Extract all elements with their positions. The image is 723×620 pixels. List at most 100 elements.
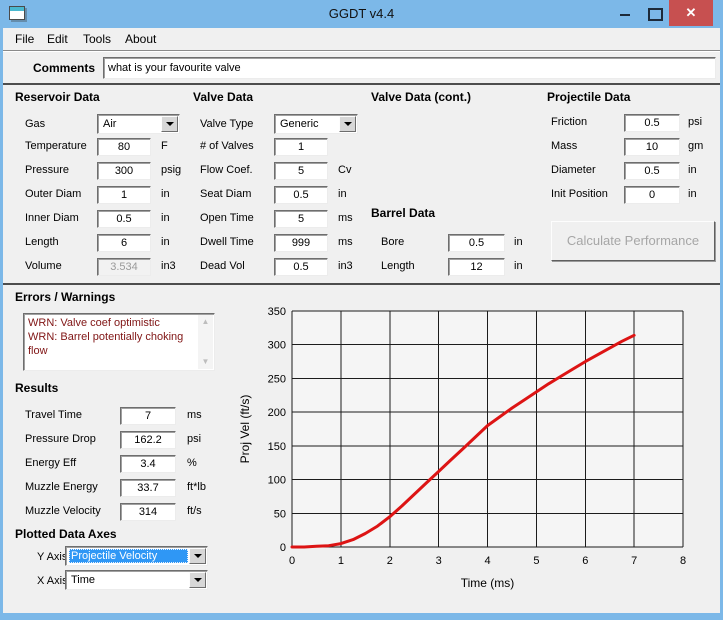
- mass-field[interactable]: 10: [624, 138, 680, 156]
- open-time-field[interactable]: 5: [274, 210, 328, 228]
- length-label: Length: [25, 236, 59, 248]
- valve-type-dropdown[interactable]: Generic: [274, 114, 358, 134]
- energy-eff-field: 3.4: [120, 455, 176, 473]
- comments-input[interactable]: what is your favourite valve: [103, 57, 716, 79]
- init-position-field[interactable]: 0: [624, 186, 680, 204]
- bore-field[interactable]: 0.5: [448, 234, 505, 252]
- pressure-unit: psig: [161, 164, 182, 176]
- warning-messages: WRN: Valve coef optimistic WRN: Barrel po…: [28, 317, 184, 357]
- diameter-label: Diameter: [551, 164, 596, 176]
- svg-text:250: 250: [268, 373, 286, 385]
- dwell-time-unit: ms: [338, 236, 353, 248]
- svg-text:6: 6: [582, 555, 588, 567]
- errors-warnings-header: Errors / Warnings: [15, 290, 116, 304]
- menu-item-about[interactable]: About: [125, 32, 156, 46]
- svg-text:350: 350: [268, 306, 286, 318]
- gas-dropdown[interactable]: Air: [97, 114, 180, 134]
- svg-text:3: 3: [436, 555, 442, 567]
- x-axis-dropdown[interactable]: Time: [65, 570, 208, 590]
- flow-coef-unit: Cv: [338, 164, 352, 176]
- travel-time-field: 7: [120, 407, 176, 425]
- y-axis-label: Y Axis: [37, 551, 68, 563]
- temperature-field[interactable]: 80: [97, 138, 151, 156]
- energy-eff-unit: %: [187, 457, 197, 469]
- results-header: Results: [15, 381, 59, 395]
- projectile-data-header: Projectile Data: [547, 90, 631, 104]
- mass-label: Mass: [551, 140, 578, 152]
- seat-diam-unit: in: [338, 188, 347, 200]
- valve-type-label: Valve Type: [200, 118, 254, 130]
- dwell-time-field[interactable]: 999: [274, 234, 328, 252]
- temperature-unit: F: [161, 140, 168, 152]
- dead-vol-field[interactable]: 0.5: [274, 258, 328, 276]
- y-axis-dropdown[interactable]: Projectile Velocity: [65, 546, 208, 566]
- pressure-label: Pressure: [25, 164, 70, 176]
- velocity-chart: 0 1 2 3 4 5 6 7 8 0 50 100 150 200 250 300 350 Time (ms) P…: [238, 306, 686, 590]
- menu-item-edit[interactable]: Edit: [47, 32, 68, 46]
- barrel-length-field[interactable]: 12: [448, 258, 505, 276]
- maximize-button[interactable]: [640, 0, 669, 26]
- init-position-label: Init Position: [551, 188, 608, 200]
- svg-text:1: 1: [338, 555, 344, 567]
- svg-text:Proj Vel (ft/s): Proj Vel (ft/s): [238, 395, 252, 464]
- flow-coef-label: Flow Coef.: [200, 164, 253, 176]
- barrel-length-unit: in: [514, 260, 523, 272]
- bore-label: Bore: [381, 236, 405, 248]
- outer-diam-label: Outer Diam: [25, 188, 82, 200]
- length-unit: in: [161, 236, 170, 248]
- pressure-field[interactable]: 300: [97, 162, 151, 180]
- svg-text:2: 2: [387, 555, 393, 567]
- menu-bar: File Edit Tools About: [3, 28, 720, 51]
- plotted-data-axes-header: Plotted Data Axes: [15, 527, 117, 541]
- energy-eff-label: Energy Eff: [25, 457, 77, 469]
- chevron-down-icon[interactable]: [161, 116, 178, 132]
- muzzle-velocity-unit: ft/s: [187, 505, 202, 517]
- muzzle-energy-unit: ft*lb: [187, 481, 206, 493]
- init-position-unit: in: [688, 188, 697, 200]
- svg-text:0: 0: [289, 555, 295, 567]
- inner-diam-label: Inner Diam: [25, 212, 79, 224]
- svg-text:150: 150: [268, 441, 286, 453]
- chevron-down-icon[interactable]: [189, 572, 206, 588]
- chevron-down-icon[interactable]: [189, 548, 206, 564]
- num-valves-field[interactable]: 1: [274, 138, 328, 156]
- title-bar[interactable]: GGDT v4.4 ✕: [0, 0, 723, 28]
- diameter-field[interactable]: 0.5: [624, 162, 680, 180]
- friction-label: Friction: [551, 116, 588, 128]
- comments-label: Comments: [33, 61, 96, 75]
- menu-item-file[interactable]: File: [15, 32, 34, 46]
- svg-text:0: 0: [280, 542, 286, 554]
- bore-unit: in: [514, 236, 523, 248]
- scroll-down-icon[interactable]: ▼: [198, 355, 213, 369]
- menu-item-tools[interactable]: Tools: [83, 32, 111, 46]
- scroll-up-icon[interactable]: ▲: [198, 315, 213, 329]
- dwell-time-label: Dwell Time: [200, 236, 254, 248]
- minimize-button[interactable]: [611, 0, 640, 26]
- svg-text:7: 7: [631, 555, 637, 567]
- open-time-unit: ms: [338, 212, 353, 224]
- muzzle-velocity-field: 314: [120, 503, 176, 521]
- inner-diam-field[interactable]: 0.5: [97, 210, 151, 228]
- barrel-data-header: Barrel Data: [371, 206, 436, 220]
- friction-field[interactable]: 0.5: [624, 114, 680, 132]
- errors-warnings-box[interactable]: WRN: Valve coef optimistic WRN: Barrel po…: [23, 313, 215, 371]
- seat-diam-field[interactable]: 0.5: [274, 186, 328, 204]
- inner-diam-unit: in: [161, 212, 170, 224]
- length-field[interactable]: 6: [97, 234, 151, 252]
- num-valves-label: # of Valves: [200, 140, 254, 152]
- svg-text:100: 100: [268, 475, 286, 487]
- chevron-down-icon[interactable]: [339, 116, 356, 132]
- svg-text:Time (ms): Time (ms): [461, 576, 515, 590]
- svg-text:200: 200: [268, 407, 286, 419]
- outer-diam-field[interactable]: 1: [97, 186, 151, 204]
- scrollbar[interactable]: ▲ ▼: [198, 315, 213, 369]
- close-button[interactable]: ✕: [669, 0, 713, 26]
- pressure-drop-label: Pressure Drop: [25, 433, 96, 445]
- volume-field: 3.534: [97, 258, 151, 276]
- calculate-performance-button[interactable]: Calculate Performance: [551, 221, 715, 261]
- valve-data-header: Valve Data: [193, 90, 254, 104]
- svg-text:50: 50: [274, 508, 286, 520]
- flow-coef-field[interactable]: 5: [274, 162, 328, 180]
- pressure-drop-unit: psi: [187, 433, 202, 445]
- muzzle-velocity-label: Muzzle Velocity: [25, 505, 101, 517]
